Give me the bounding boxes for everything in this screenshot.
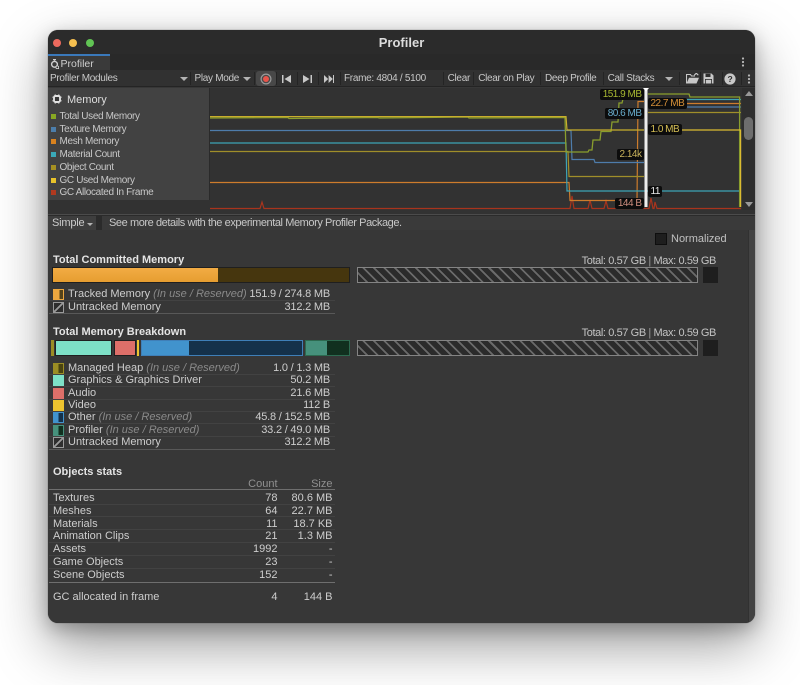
svg-text:?: ?: [727, 74, 732, 84]
